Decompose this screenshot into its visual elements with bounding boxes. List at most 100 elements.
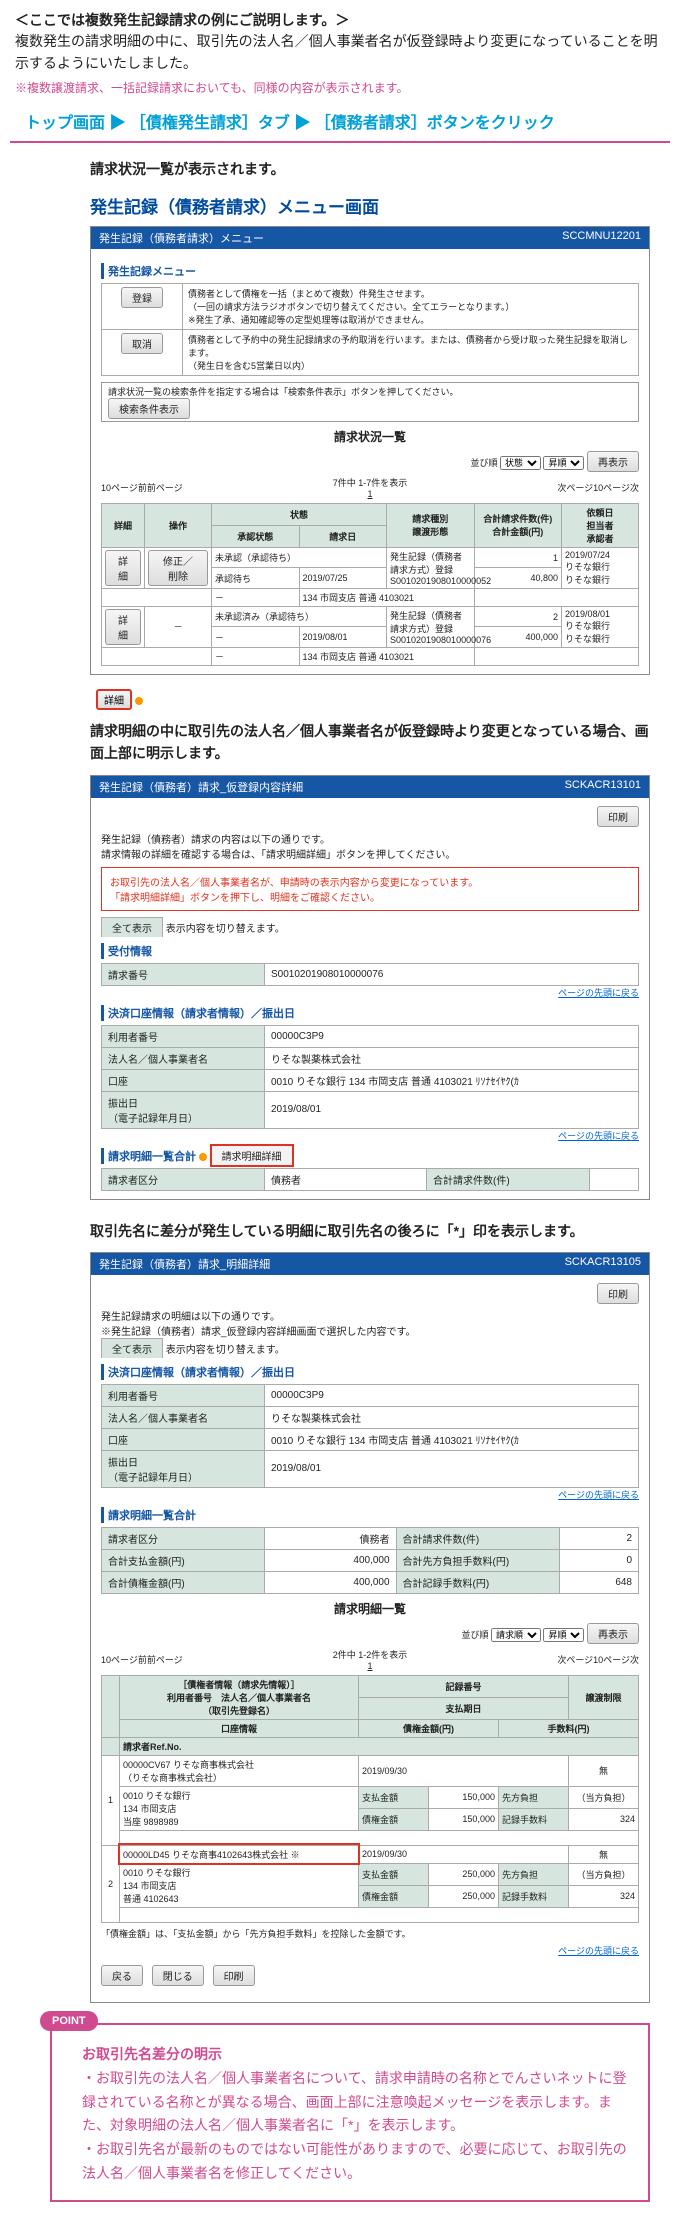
row-reclabel: 記録手数料 bbox=[498, 1808, 568, 1830]
intro-body: 複数発生の請求明細の中に、取引先の法人名／個人事業者名が仮登録時より変更になって… bbox=[15, 30, 665, 75]
pager-next-3[interactable]: 次ページ bbox=[557, 1653, 593, 1666]
top-flow: トップ画面 ▶ ［債権発生請求］タブ ▶ ［債務者請求］ボタンをクリック bbox=[10, 101, 670, 143]
list1-title: 請求状況一覧 bbox=[101, 428, 639, 445]
pager-next[interactable]: 次ページ bbox=[557, 481, 593, 494]
gk-val2: 648 bbox=[559, 1571, 638, 1593]
back-button[interactable]: 戻る bbox=[101, 1965, 143, 1986]
pagetop-link-2b[interactable]: ページの先頭に戻る bbox=[558, 1131, 639, 1141]
gk-val: 債務者 bbox=[265, 1527, 397, 1549]
kv-val: 0010 りそな銀行 134 市岡支店 普通 4103021 ﾘｿﾅｾｲﾔｸ(ｶ bbox=[265, 1428, 639, 1450]
r1-type: 発生記録（債務者請求方式）登録S0010201908010000052 bbox=[387, 547, 475, 588]
cancel-desc: 債務者として予約中の発生記録請求の予約取消を行います。または、債務者から受け取っ… bbox=[183, 329, 639, 375]
highlighted-detail-button[interactable]: 詳細 bbox=[96, 689, 132, 710]
r1-acct: 134 市岡支店 普通 4103021 bbox=[299, 588, 474, 606]
th-type: 請求種別 譲渡形態 bbox=[387, 503, 475, 547]
row-bondlabel: 債権金額 bbox=[358, 1808, 428, 1830]
panel2-sub2: 決済口座情報（請求者情報）／振出日 bbox=[101, 1005, 639, 1021]
tab-detail-2[interactable]: 請求明細詳細 bbox=[210, 1144, 294, 1167]
tab-all-3[interactable]: 全て表示 bbox=[101, 1338, 163, 1358]
section1-text: 請求状況一覧が表示されます。 bbox=[0, 155, 680, 189]
sort-field-select[interactable]: 状態 bbox=[500, 456, 541, 470]
print-button-3b[interactable]: 印刷 bbox=[213, 1965, 255, 1986]
register-button[interactable]: 登録 bbox=[121, 287, 163, 308]
pager-prev-3[interactable]: 前ページ bbox=[147, 1653, 183, 1666]
intro-note: ※複数譲渡請求、一括記録請求においても、同様の内容が表示されます。 bbox=[15, 79, 665, 96]
redisplay-button[interactable]: 再表示 bbox=[587, 451, 639, 472]
search-cond-button[interactable]: 検索条件表示 bbox=[108, 398, 190, 419]
kv-key: 利用者番号 bbox=[102, 1025, 265, 1047]
th3-paydate: 支払期日 bbox=[358, 1697, 568, 1719]
kv-val: りそな製薬株式会社 bbox=[265, 1047, 639, 1069]
pagetop-link-3b[interactable]: ページの先頭に戻る bbox=[558, 1946, 639, 1956]
panel-menu: 発生記録（債務者請求）メニュー SCCMNU12201 発生記録メニュー 登録 … bbox=[90, 226, 650, 675]
reqno-v: S0010201908010000076 bbox=[265, 963, 639, 985]
print-button-3[interactable]: 印刷 bbox=[597, 1283, 639, 1304]
panel2-code: SCKACR13101 bbox=[565, 779, 641, 795]
r2-reqdate: 2019/08/01 bbox=[299, 627, 387, 648]
row-feelabel: 先方負担 bbox=[498, 1863, 568, 1885]
tab-all-2[interactable]: 全て表示 bbox=[101, 917, 163, 937]
gk-v2 bbox=[590, 1168, 639, 1190]
kv-val: 2019/08/01 bbox=[265, 1450, 639, 1487]
pagetop-link-3a[interactable]: ページの先頭に戻る bbox=[558, 1490, 639, 1500]
explain-3: 取引先名に差分が発生している明細に取引先名の後ろに「*」印を表示します。 bbox=[0, 1210, 680, 1252]
callout-dot-1 bbox=[135, 697, 143, 705]
th-total: 合計請求件数(件) 合計金額(円) bbox=[474, 503, 562, 547]
panel3-sub2: 請求明細一覧合計 bbox=[101, 1507, 639, 1523]
detail-button-2[interactable]: 詳細 bbox=[105, 609, 141, 645]
th3-bond: 債権金額(円) bbox=[358, 1719, 498, 1737]
kv-val: 00000C3P9 bbox=[265, 1384, 639, 1406]
kv-key: 法人名／個人事業者名 bbox=[102, 1406, 265, 1428]
redisplay-button-3[interactable]: 再表示 bbox=[587, 1623, 639, 1644]
gk-k1: 請求者区分 bbox=[102, 1168, 265, 1190]
panel2-lead1: 発生記録（債務者）請求の内容は以下の通りです。 bbox=[101, 831, 639, 846]
point-badge: POINT bbox=[40, 2011, 98, 2031]
kv-val: 2019/08/01 bbox=[265, 1091, 639, 1128]
panel3-title: 発生記録（債務者）請求_明細詳細 bbox=[99, 1256, 270, 1272]
pager-first-3[interactable]: 10ページ前 bbox=[101, 1653, 147, 1666]
row-restrict: 無 bbox=[569, 1845, 639, 1863]
panel1-sub-menu: 発生記録メニュー bbox=[101, 263, 639, 279]
pagetop-link-2a[interactable]: ページの先頭に戻る bbox=[558, 988, 639, 998]
row-date: 2019/09/30 bbox=[358, 1755, 568, 1786]
pager-first[interactable]: 10ページ前 bbox=[101, 481, 147, 494]
search-note: 請求状況一覧の検索条件を指定する場合は「検索条件表示」ボタンを押してください。 bbox=[108, 385, 632, 398]
row-no: 2 bbox=[102, 1845, 120, 1922]
gk-k2: 合計請求件数(件) bbox=[427, 1168, 590, 1190]
r1-date: 2019/07/24りそな銀行 りそな銀行 bbox=[562, 547, 639, 588]
gk-val2: 2 bbox=[559, 1527, 638, 1549]
sort-order-select[interactable]: 昇順 bbox=[543, 456, 584, 470]
panel1-title: 発生記録（債務者請求）メニュー bbox=[99, 230, 264, 246]
sort-order-select-3[interactable]: 昇順 bbox=[543, 1628, 584, 1642]
sort-field-select-3[interactable]: 請求順 bbox=[491, 1628, 541, 1642]
tab-note-2: 表示内容を切り替えます。 bbox=[166, 924, 285, 935]
pager-last-3[interactable]: 10ページ次 bbox=[593, 1653, 639, 1666]
panel2-title: 発生記録（債務者）請求_仮登録内容詳細 bbox=[99, 779, 303, 795]
cancel-button[interactable]: 取消 bbox=[121, 333, 163, 354]
th-state: 状態 bbox=[212, 503, 387, 525]
detail-button-1[interactable]: 詳細 bbox=[105, 550, 141, 586]
r1-count: 1 bbox=[474, 547, 562, 568]
kv-key: 利用者番号 bbox=[102, 1384, 265, 1406]
row-recval: 324 bbox=[569, 1885, 639, 1907]
row-payee: 00000LD45 りそな商事4102643株式会社 ※ bbox=[120, 1845, 359, 1863]
th3-recno: 記録番号 bbox=[358, 1675, 568, 1697]
edit-button-1[interactable]: 修正／削除 bbox=[148, 550, 208, 586]
point-line-2: ・お取引先名が最新のものではない可能性がありますので、必要に応じて、お取引先の法… bbox=[82, 2138, 628, 2186]
print-button-2[interactable]: 印刷 bbox=[597, 806, 639, 827]
th3-fee: 手数料(円) bbox=[498, 1719, 638, 1737]
row-bondval: 150,000 bbox=[428, 1808, 498, 1830]
kv-val: りそな製薬株式会社 bbox=[265, 1406, 639, 1428]
row-payee: 00000CV67 りそな商事株式会社 （りそな商事株式会社） bbox=[120, 1755, 359, 1786]
pager-prev[interactable]: 前ページ bbox=[147, 481, 183, 494]
screen1-title: 発生記録（債務者請求）メニュー画面 bbox=[0, 189, 680, 226]
kv-val: 0010 りそな銀行 134 市岡支店 普通 4103021 ﾘｿﾅｾｲﾔｸ(ｶ bbox=[265, 1069, 639, 1091]
panel2-sub3: 請求明細一覧合計 bbox=[101, 1148, 196, 1164]
row-paylabel: 支払金額 bbox=[358, 1786, 428, 1808]
warn-line2: 「請求明細詳細」ボタンを押下し、明細をご確認ください。 bbox=[110, 889, 630, 904]
close-button[interactable]: 閉じる bbox=[152, 1965, 204, 1986]
pager-last[interactable]: 10ページ次 bbox=[593, 481, 639, 494]
kv-key: 口座 bbox=[102, 1069, 265, 1091]
foot-note: 「債権金額」は、「支払金額」から「先方負担手数料」を控除した金額です。 bbox=[101, 1923, 639, 1944]
r2-type: 発生記録（債務者請求方式）登録S0010201908010000076 bbox=[387, 606, 475, 647]
